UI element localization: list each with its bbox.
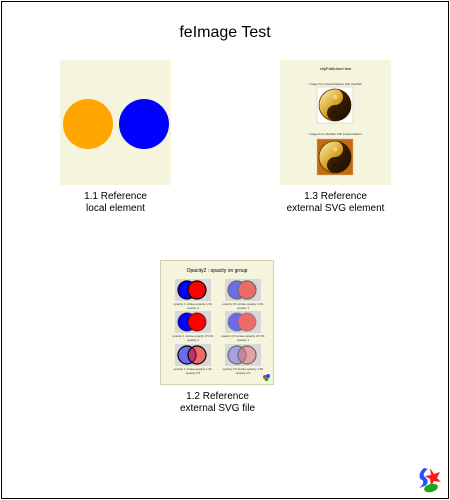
opacity-sample-1-1	[177, 280, 207, 300]
caption-1-3: 1.3 Reference external SVG element	[260, 191, 411, 215]
opacity-label-2-2: opacity 0.5 stroke-opacity 0.5 fill-opac…	[221, 334, 265, 342]
yin-yang-icon-2	[318, 140, 352, 174]
caption-1-2-line1: 1.2 Reference	[186, 391, 249, 402]
opacity-label-2-1: opacity 1 stroke-opacity 0.5 fill-opacit…	[172, 334, 214, 342]
caption-1-2: 1.2 Reference external SVG file	[142, 391, 293, 415]
yin-yang-icon	[318, 88, 352, 122]
opacity-sample-2-2	[227, 312, 257, 332]
opacity-label-3-2: opacity 0.5 stroke-opacity 1 fill-opacit…	[222, 367, 264, 375]
panel-local-element	[60, 60, 171, 185]
opacity-sample-3-1	[177, 345, 207, 365]
opacity-grid	[175, 279, 270, 381]
caption-1-2-line2: external SVG file	[179, 403, 256, 414]
clip-label-bottom: Image from clipPath with linearGradient	[309, 132, 362, 136]
panel-external-svg-element: clipPathUsed test Image from linearGradi…	[280, 60, 391, 185]
opacity-label-1-2: opacity 0.5 stroke-opacity 1 fill-opacit…	[222, 302, 264, 310]
caption-1-3-line1: 1.3 Reference	[304, 191, 367, 202]
caption-1-1-line1: 1.1 Reference	[84, 191, 147, 202]
circles-image	[63, 99, 169, 149]
mini-logo-icon	[263, 374, 270, 381]
svg-logo-icon	[419, 468, 441, 493]
page-title: feImage Test	[179, 24, 271, 41]
blue-circle	[119, 99, 169, 149]
yin-yang-images	[316, 86, 354, 176]
opacity-sample-1-2	[227, 280, 257, 300]
opacity-sample-3-2	[227, 345, 257, 365]
panel-external-svg-file: Opacity2 : opacity on group opacity 1 st…	[160, 260, 274, 385]
opacity-sample-2-1	[177, 312, 207, 332]
opacity-label-1-1: opacity 1 stroke-opacity 1 fill-opacity …	[173, 302, 213, 310]
caption-1-1-line2: local element	[86, 203, 145, 214]
opacity-label-3-1: opacity 1 stroke-opacity 1 fill-opacity …	[173, 367, 213, 375]
caption-1-3-line2: external SVG element	[286, 203, 385, 214]
caption-1-1: 1.1 Reference local element	[60, 191, 171, 215]
orange-circle	[63, 99, 113, 149]
